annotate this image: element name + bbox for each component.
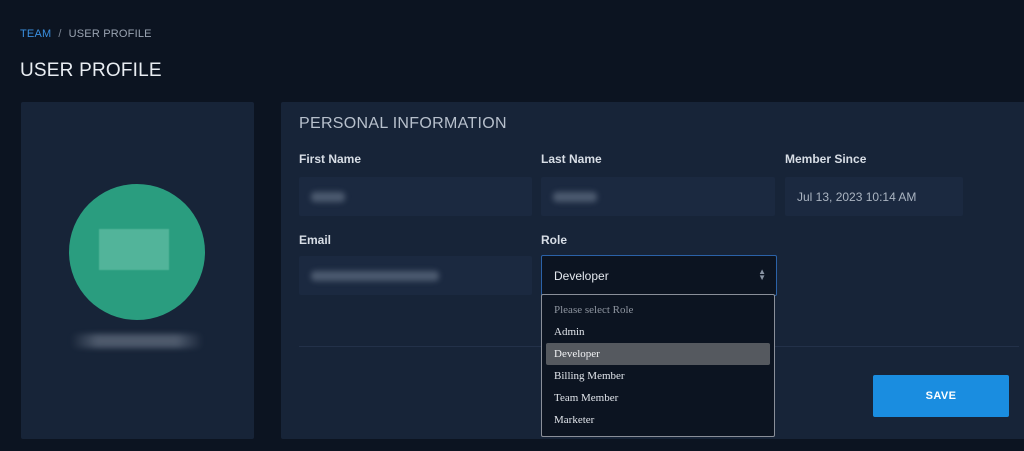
first-name-value-redacted bbox=[311, 191, 345, 202]
breadcrumb: TEAM / USER PROFILE bbox=[20, 28, 152, 40]
breadcrumb-team-link[interactable]: TEAM bbox=[20, 28, 51, 40]
breadcrumb-separator: / bbox=[58, 28, 62, 40]
role-option-marketer[interactable]: Marketer bbox=[546, 409, 770, 431]
role-option-billing-member[interactable]: Billing Member bbox=[546, 365, 770, 387]
email-field[interactable] bbox=[299, 256, 532, 295]
last-name-value-redacted bbox=[553, 191, 597, 202]
section-title: PERSONAL INFORMATION bbox=[299, 115, 507, 132]
first-name-field[interactable] bbox=[299, 177, 532, 216]
member-since-value: Jul 13, 2023 10:14 AM bbox=[797, 189, 917, 204]
role-selected-value: Developer bbox=[554, 268, 609, 283]
role-select[interactable]: Developer ▲ ▼ bbox=[541, 255, 777, 296]
page-title: USER PROFILE bbox=[20, 60, 162, 81]
avatar-card bbox=[21, 102, 254, 439]
chevron-up-down-icon: ▲ ▼ bbox=[758, 267, 766, 282]
role-option-admin[interactable]: Admin bbox=[546, 321, 770, 343]
breadcrumb-current: USER PROFILE bbox=[68, 28, 152, 40]
member-since-field: Jul 13, 2023 10:14 AM bbox=[785, 177, 963, 216]
role-label: Role bbox=[541, 233, 568, 247]
role-option-developer[interactable]: Developer bbox=[546, 343, 770, 365]
role-option-team-member[interactable]: Team Member bbox=[546, 387, 770, 409]
role-option-placeholder[interactable]: Please select Role bbox=[546, 299, 770, 321]
email-label: Email bbox=[299, 233, 332, 247]
user-name-redacted bbox=[71, 334, 203, 348]
member-since-label: Member Since bbox=[785, 152, 867, 166]
avatar-initials-redacted bbox=[99, 229, 169, 270]
save-button[interactable]: SAVE bbox=[873, 375, 1009, 417]
first-name-label: First Name bbox=[299, 152, 362, 166]
last-name-label: Last Name bbox=[541, 152, 602, 166]
avatar bbox=[69, 184, 205, 320]
last-name-field[interactable] bbox=[541, 177, 775, 216]
role-dropdown-list: Please select Role Admin Developer Billi… bbox=[541, 294, 775, 437]
email-value-redacted bbox=[311, 270, 439, 281]
